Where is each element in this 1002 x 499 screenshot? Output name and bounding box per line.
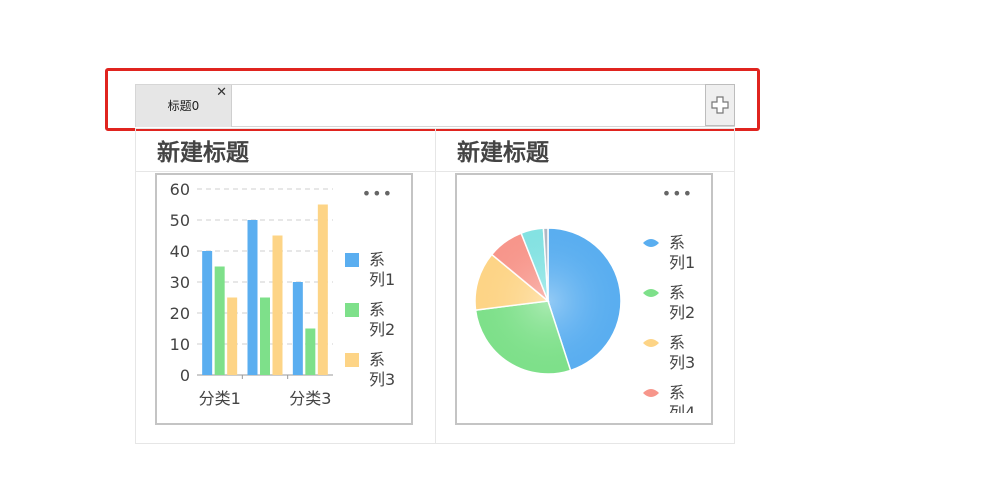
x-tick-label: 分类3 <box>289 389 331 408</box>
legend-label: 列2 <box>369 320 395 339</box>
panel-divider <box>435 129 436 443</box>
y-tick-label: 60 <box>170 180 190 199</box>
plus-icon <box>711 96 729 114</box>
legend-label: 系 <box>669 283 685 302</box>
legend-label: 系 <box>669 383 685 402</box>
title-divider <box>136 171 734 172</box>
panel-title: 新建标题 <box>457 140 549 166</box>
legend-label: 系 <box>369 300 385 319</box>
legend-label: 列3 <box>669 353 695 372</box>
y-tick-label: 30 <box>170 273 190 292</box>
legend-label: 列3 <box>369 370 395 389</box>
bar <box>292 282 303 375</box>
legend-marker <box>643 239 659 247</box>
legend-label: 系 <box>369 250 385 269</box>
legend-marker <box>643 289 659 297</box>
pie-chart-panel: ••• 系列1 系列2 系列3 系列4 <box>455 173 713 425</box>
legend-swatch <box>345 253 359 267</box>
y-tick-label: 20 <box>170 304 190 323</box>
x-tick-label: 分类1 <box>199 389 241 408</box>
legend-label: 列2 <box>669 303 695 322</box>
bar <box>317 204 328 375</box>
y-tick-label: 50 <box>170 211 190 230</box>
legend-label: 列4 <box>669 403 695 422</box>
dashboard: 新建标题 新建标题 ••• 0 10 20 30 40 50 60 分类1 分类3 系列1 系列2 系… <box>135 128 735 444</box>
close-icon[interactable]: ✕ <box>216 85 227 101</box>
y-tick-label: 10 <box>170 335 190 354</box>
more-menu-icon[interactable]: ••• <box>362 186 393 202</box>
bar <box>202 251 213 375</box>
add-tab-button[interactable] <box>705 84 735 126</box>
legend-swatch <box>345 303 359 317</box>
bar-chart-panel: ••• 0 10 20 30 40 50 60 分类1 分类3 系列1 系列2 系列3 <box>155 173 413 425</box>
y-tick-label: 0 <box>180 366 190 385</box>
legend-label: 系 <box>369 350 385 369</box>
y-tick-label: 40 <box>170 242 190 261</box>
bar <box>272 235 283 375</box>
legend-marker <box>643 389 659 397</box>
pie-chart: 系列1系列2系列3系列4 <box>474 227 695 422</box>
legend-label: 列1 <box>669 253 695 272</box>
tab-0[interactable]: 标题0 ✕ <box>136 85 232 127</box>
bar <box>227 297 238 375</box>
bar-chart: 0102030405060分类1 分类3系列1系列2系列3 <box>170 180 396 408</box>
bar <box>260 297 270 375</box>
bar <box>247 220 258 375</box>
bar <box>214 266 225 375</box>
pie-legend: 系列1系列2系列3系列4 <box>643 233 695 422</box>
bar <box>305 328 316 375</box>
legend-label: 系 <box>669 333 685 352</box>
more-menu-icon[interactable]: ••• <box>662 186 693 202</box>
panel-title: 新建标题 <box>157 140 249 166</box>
tab-bar: 标题0 ✕ <box>135 84 735 127</box>
legend-marker <box>643 339 659 347</box>
legend-label: 列1 <box>369 270 395 289</box>
legend-label: 系 <box>669 233 685 252</box>
legend-swatch <box>345 353 359 367</box>
